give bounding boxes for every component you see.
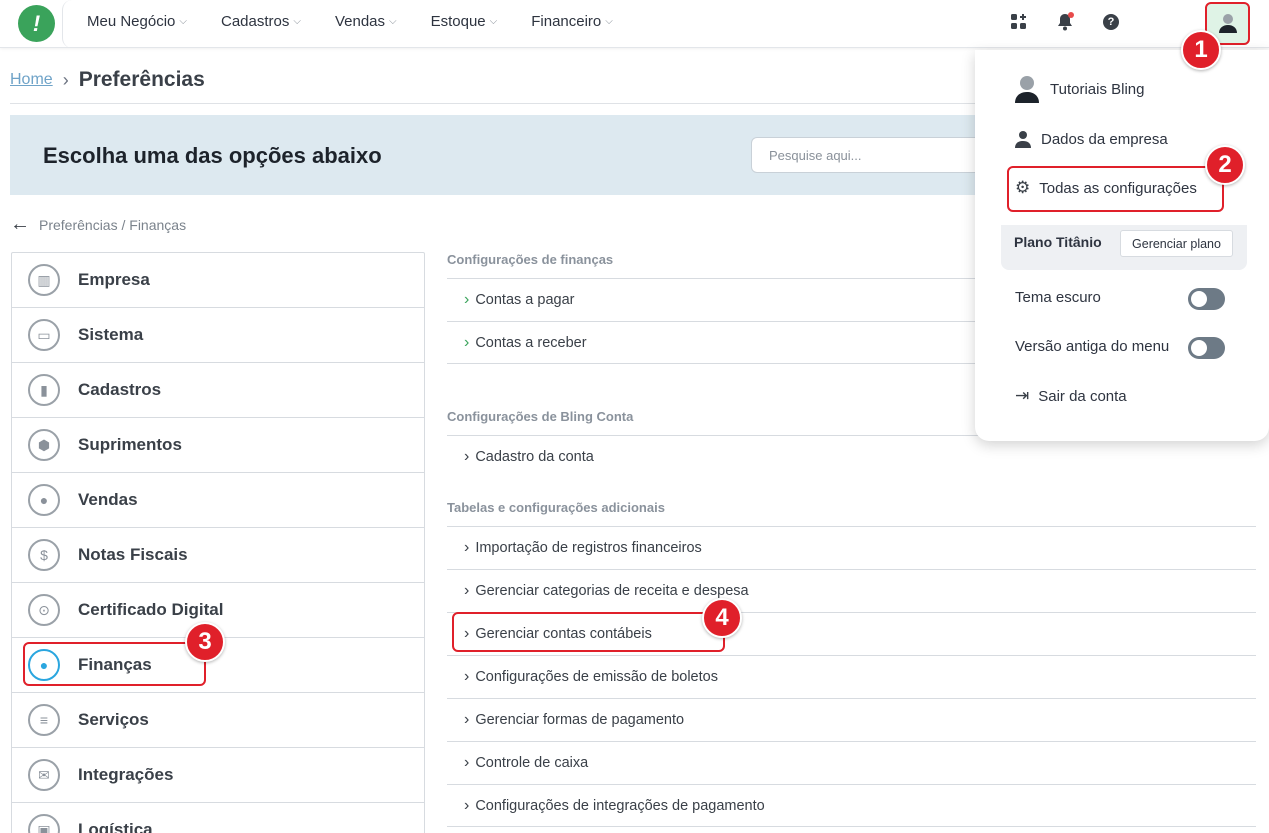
user-dropdown-menu: Tutoriais Bling Dados da empresa ⚙ Todas…	[975, 50, 1269, 441]
truck-icon: ▣	[28, 814, 60, 833]
nav-estoque[interactable]: Estoque ⌵	[431, 13, 498, 30]
header-icons: ?	[996, 0, 1134, 44]
chevron-down-icon: ⌵	[293, 15, 301, 27]
logout-icon: ⇥	[1015, 386, 1030, 405]
old-menu-label: Versão antiga do menu	[1015, 338, 1170, 355]
back-arrow-icon[interactable]: ←	[10, 213, 30, 236]
chevron-right-icon: ›	[464, 291, 470, 308]
breadcrumb: Home › Preferências	[10, 68, 205, 92]
nav-cadastros[interactable]: Cadastros ⌵	[221, 13, 301, 30]
chevron-down-icon: ⌵	[389, 15, 397, 27]
lock-icon: ⊙	[28, 594, 60, 626]
preferences-menu: ▥ Empresa ▭ Sistema ▮ Cadastros ⬢ Suprimento…	[11, 252, 425, 833]
apps-icon[interactable]	[996, 1, 1042, 43]
box-icon: ⬢	[28, 429, 60, 461]
section-path: Preferências / Finanças	[39, 217, 187, 233]
link-emissao-boletos[interactable]: › Configurações de emissão de boletos	[447, 655, 1256, 698]
highlight-todas-configuracoes	[1007, 166, 1224, 212]
chevron-down-icon: ⌵	[489, 15, 498, 27]
plan-panel: Plano Titânio Gerenciar plano	[1001, 225, 1247, 270]
step-marker-2: 2	[1205, 145, 1245, 185]
envelope-icon: ✉	[28, 759, 60, 791]
link-formas-pagamento[interactable]: › Gerenciar formas de pagamento	[447, 698, 1256, 741]
chevron-right-icon: ›	[464, 668, 470, 685]
menu-item-integracoes[interactable]: ✉ Integrações	[12, 748, 424, 803]
chevron-right-icon: ›	[464, 711, 470, 728]
dropdown-logout[interactable]: ⇥ Sair da conta	[1015, 386, 1127, 406]
highlight-contas-contabeis	[452, 612, 725, 652]
top-bar: ! Meu Negócio ⌵ Cadastros ⌵ Vendas ⌵ Estoqu…	[0, 0, 1269, 48]
person-icon	[1015, 131, 1031, 148]
menu-item-suprimentos[interactable]: ⬢ Suprimentos	[12, 418, 424, 473]
chevron-right-icon: ›	[464, 754, 470, 771]
help-icon[interactable]: ?	[1088, 1, 1134, 43]
section-title-financas: Configurações de finanças	[447, 252, 614, 267]
menu-item-sistema[interactable]: ▭ Sistema	[12, 308, 424, 363]
invoice-icon: $	[28, 539, 60, 571]
chevron-down-icon: ⌵	[605, 15, 613, 27]
page-title: Preferências	[78, 68, 205, 91]
menu-item-logistica[interactable]: ▣ Logística	[12, 803, 424, 833]
link-importacao-registros[interactable]: › Importação de registros financeiros	[447, 526, 1256, 569]
notification-dot	[1068, 12, 1074, 18]
link-categorias-receita-despesa[interactable]: › Gerenciar categorias de receita e despe…	[447, 569, 1256, 612]
nav-meu-negocio[interactable]: Meu Negócio ⌵	[87, 13, 187, 30]
menu-item-empresa[interactable]: ▥ Empresa	[12, 253, 424, 308]
user-avatar-icon	[1015, 76, 1039, 103]
breadcrumb-home-link[interactable]: Home	[10, 71, 53, 89]
users-icon: ●	[28, 484, 60, 516]
document-icon: ≡	[28, 704, 60, 736]
section-title-bling-conta: Configurações de Bling Conta	[447, 409, 634, 424]
chevron-down-icon: ⌵	[179, 15, 187, 27]
dropdown-dados-empresa[interactable]: Dados da empresa	[1015, 130, 1168, 148]
search-input[interactable]: Pesquise aqui...	[751, 137, 1011, 173]
breadcrumb-divider	[10, 103, 1000, 104]
old-menu-toggle[interactable]	[1188, 337, 1225, 359]
logo-divider	[62, 0, 72, 48]
building-icon: ▥	[28, 264, 60, 296]
menu-item-notas-fiscais[interactable]: $ Notas Fiscais	[12, 528, 424, 583]
section-title-tabelas: Tabelas e configurações adicionais	[447, 500, 665, 515]
menu-item-vendas[interactable]: ● Vendas	[12, 473, 424, 528]
chevron-right-icon: ›	[464, 539, 470, 556]
main-nav: Meu Negócio ⌵ Cadastros ⌵ Vendas ⌵ Estoque ⌵…	[87, 0, 647, 42]
menu-item-cadastros[interactable]: ▮ Cadastros	[12, 363, 424, 418]
dark-theme-label: Tema escuro	[1015, 289, 1101, 306]
book-icon: ▮	[28, 374, 60, 406]
bling-logo-icon[interactable]: !	[18, 5, 55, 42]
step-marker-4: 4	[702, 598, 742, 638]
plan-label: Plano Titânio	[1014, 234, 1102, 250]
step-marker-3: 3	[185, 622, 225, 662]
user-icon	[1218, 13, 1237, 33]
link-integracoes-pagamento[interactable]: › Configurações de integrações de pagamen…	[447, 784, 1256, 827]
options-banner: Escolha uma das opções abaixo Pesquise a…	[10, 115, 1011, 195]
link-cadastro-da-conta[interactable]: › Cadastro da conta	[447, 435, 1256, 478]
manage-plan-button[interactable]: Gerenciar plano	[1120, 230, 1233, 257]
chevron-right-icon: ›	[464, 448, 470, 465]
link-controle-caixa[interactable]: › Controle de caixa	[447, 741, 1256, 784]
dark-theme-toggle[interactable]	[1188, 288, 1225, 310]
nav-vendas[interactable]: Vendas ⌵	[335, 13, 397, 30]
question-icon: ?	[1103, 14, 1119, 30]
dropdown-user-row[interactable]: Tutoriais Bling	[1015, 75, 1144, 103]
chevron-right-icon: ›	[464, 796, 470, 814]
bell-icon[interactable]	[1042, 1, 1088, 43]
chevron-right-icon: ›	[464, 333, 470, 351]
chevron-right-icon: ›	[62, 69, 69, 90]
step-marker-1: 1	[1181, 30, 1221, 70]
highlight-financas	[23, 642, 206, 686]
chevron-right-icon: ›	[464, 582, 470, 599]
banner-title: Escolha uma das opções abaixo	[43, 143, 382, 168]
menu-item-servicos[interactable]: ≡ Serviços	[12, 693, 424, 748]
monitor-icon: ▭	[28, 319, 60, 351]
nav-financeiro[interactable]: Financeiro ⌵	[531, 13, 613, 30]
